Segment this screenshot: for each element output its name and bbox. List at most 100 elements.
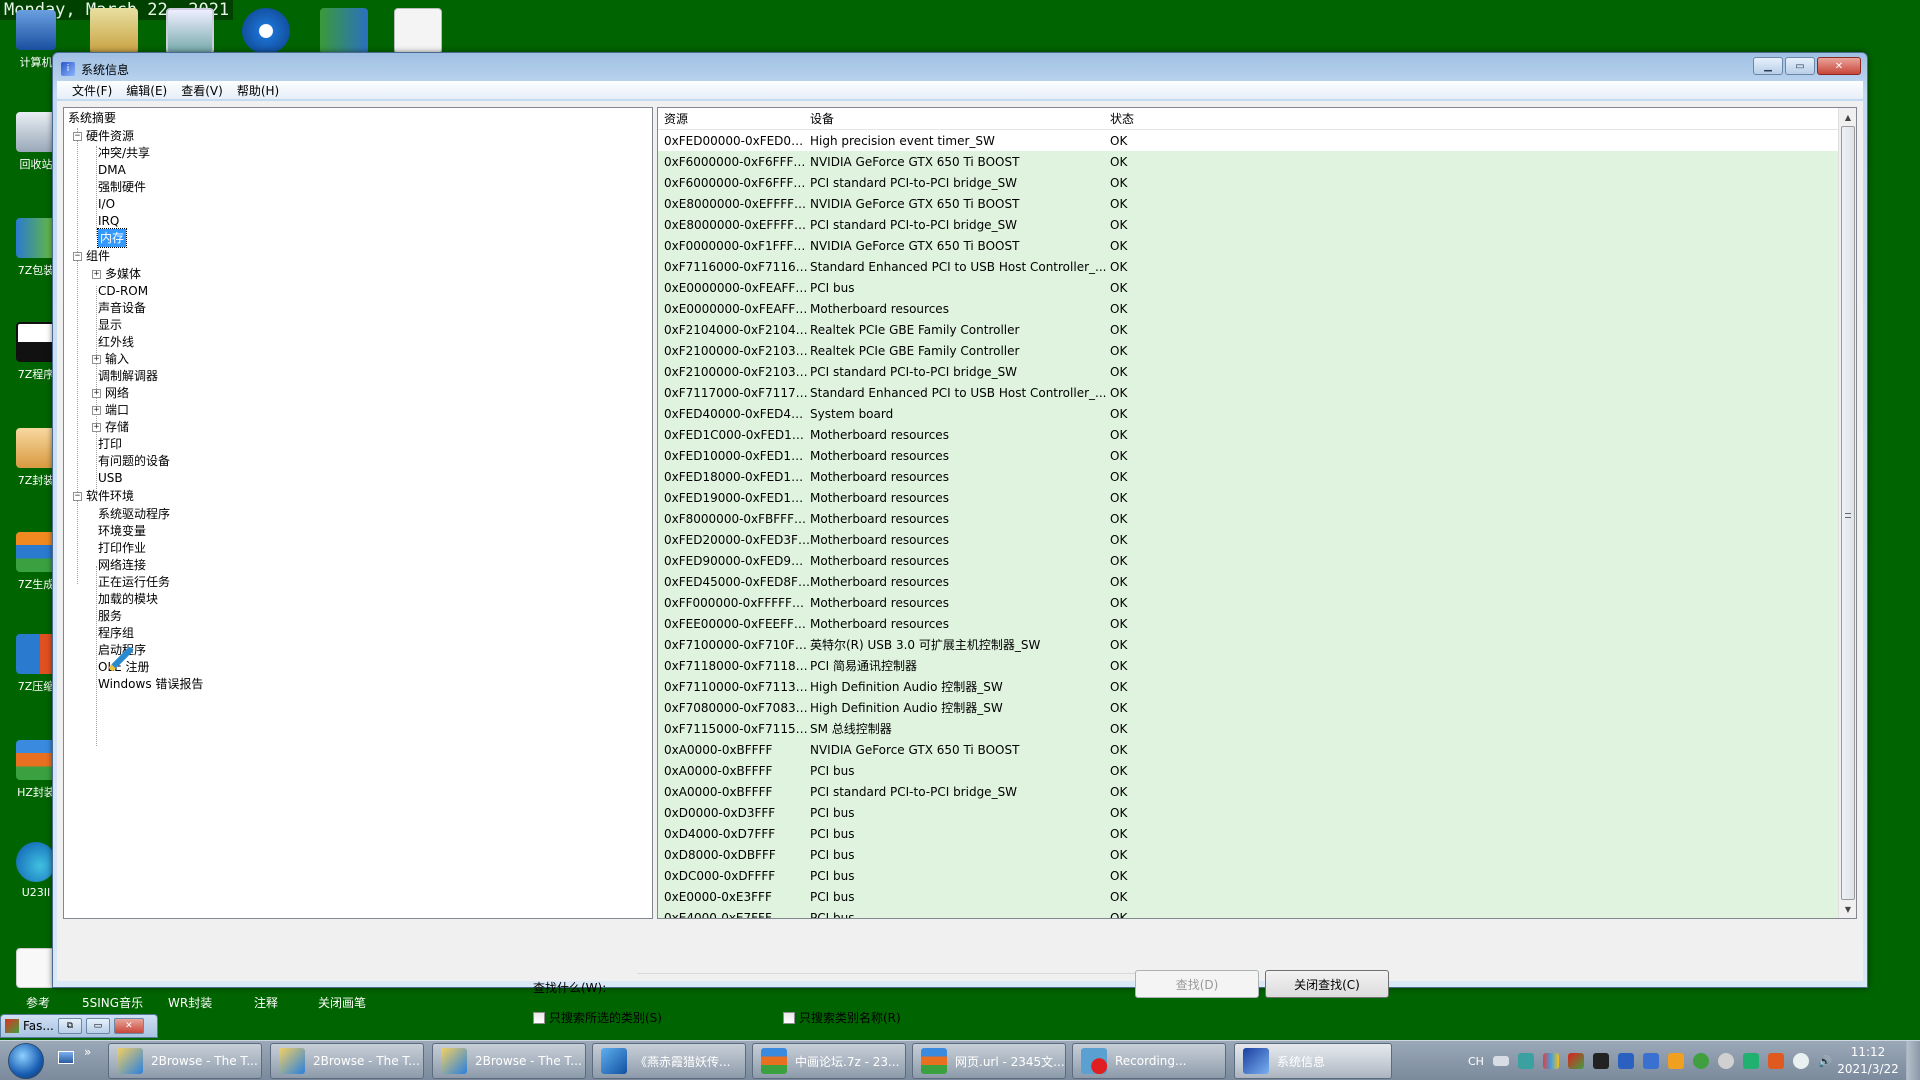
quick-label-5sing[interactable]: 5SING音乐 [82,994,143,1011]
tree-item-multimedia[interactable]: + 多媒体 [92,265,141,283]
tree-item-program-groups[interactable]: 程序组 [98,624,134,642]
tree-item-io[interactable]: I/O [98,195,115,213]
scroll-down-icon[interactable]: ▼ [1839,900,1856,918]
table-row[interactable]: 0xFED20000-0xFED3FFFF Motherboard resourc… [658,529,1838,550]
table-row[interactable]: 0xFED19000-0xFED19FFF Motherboard resourc… [658,487,1838,508]
table-row[interactable]: 0xF7080000-0xF7083FFF High Definition Aud… [658,697,1838,718]
book-pencil-icon[interactable] [320,8,368,54]
show-desktop-button[interactable] [1906,1041,1920,1080]
orange-app-icon[interactable] [1767,1053,1784,1069]
volume-icon[interactable]: 🔊 [1818,1055,1832,1068]
restore-button[interactable]: ⧉ [57,1018,82,1034]
tree-item-windows-error-reporting[interactable]: Windows 错误报告 [98,675,203,693]
collapse-icon[interactable]: − [73,131,82,141]
tree-item-network-connections[interactable]: 网络连接 [98,556,146,574]
table-row[interactable]: 0xFED40000-0xFED44FFF System board OK [658,403,1838,424]
table-row[interactable]: 0xFED45000-0xFED8FFFF Motherboard resourc… [658,571,1838,592]
tree-item-modem[interactable]: 调制解调器 [98,367,158,385]
scroll-thumb[interactable] [1841,126,1855,900]
chevron-right-icon[interactable]: » [84,1045,91,1059]
tree-item-conflicts[interactable]: 冲突/共享 [98,144,150,162]
tree-item-components[interactable]: − 组件 [73,247,110,265]
mouse-icon[interactable] [1717,1053,1734,1069]
taskbar-button[interactable]: 网页.url - 2345文... [912,1043,1066,1079]
tree-item-printing[interactable]: 打印 [98,435,122,453]
tree-item-ole-registration[interactable]: OLE 注册 [98,658,150,676]
table-row[interactable]: 0xDC000-0xDFFFF PCI bus OK [658,865,1838,886]
table-row[interactable]: 0xF7115000-0xF71150FF SM 总线控制器 OK [658,718,1838,739]
tree-item-services[interactable]: 服务 [98,607,122,625]
menu-view[interactable]: 查看(V) [174,82,230,99]
tree-item-loaded-modules[interactable]: 加载的模块 [98,590,158,608]
menu-edit[interactable]: 编辑(E) [119,82,174,99]
resource-list[interactable]: 资源 设备 状态 0xFED00000-0xFED003... High prec… [657,107,1857,919]
menu-file[interactable]: 文件(F) [65,82,119,99]
tree-item-cdrom[interactable]: CD-ROM [98,282,148,300]
table-row[interactable]: 0xF6000000-0xF6FFFFFF PCI standard PCI-to… [658,172,1838,193]
close-find-button[interactable]: 关闭查找(C) [1265,970,1389,998]
table-row[interactable]: 0xFEE00000-0xFEEFFFFF Motherboard resourc… [658,613,1838,634]
ime-indicator[interactable]: CH [1468,1055,1484,1068]
table-row[interactable]: 0xFED18000-0xFED18FFF Motherboard resourc… [658,466,1838,487]
expand-icon[interactable]: + [92,388,101,398]
tree-item-network[interactable]: + 网络 [92,384,129,402]
table-row[interactable]: 0xE0000000-0xFEAFFFFF Motherboard resourc… [658,298,1838,319]
tree-item-irq[interactable]: IRQ [98,212,119,230]
f-app-icon[interactable] [242,8,290,54]
table-row[interactable]: 0xE8000000-0xEFFFFFFF PCI standard PCI-to… [658,214,1838,235]
table-row[interactable]: 0xE0000-0xE3FFF PCI bus OK [658,886,1838,907]
camera-icon[interactable] [1592,1053,1609,1069]
table-row[interactable]: 0xFED10000-0xFED17FFF Motherboard resourc… [658,445,1838,466]
table-row[interactable]: 0xF7118000-0xF711800F PCI 简易通讯控制器 OK [658,655,1838,676]
tree-item-sound[interactable]: 声音设备 [98,299,146,317]
search-selected-category-checkbox[interactable]: 只搜索所选的类别(S) [533,1009,662,1026]
quick-label-close-pen[interactable]: 关闭画笔 [318,994,366,1011]
document-preview-icon[interactable] [394,8,442,54]
tree-item-input[interactable]: + 输入 [92,350,129,368]
collapse-icon[interactable]: − [73,251,82,261]
green-s-icon[interactable] [1742,1053,1759,1069]
tree-item-forced-hardware[interactable]: 强制硬件 [98,178,146,196]
table-row[interactable]: 0xF7100000-0xF710FFFF 英特尔(R) USB 3.0 可扩展主… [658,634,1838,655]
vertical-scrollbar[interactable]: ▲ ▼ [1838,108,1856,918]
tree-item-hardware-resources[interactable]: − 硬件资源 [73,127,134,145]
menu-help[interactable]: 帮助(H) [230,82,286,99]
tree-item-ports[interactable]: + 端口 [92,401,129,419]
table-row[interactable]: 0xE8000000-0xEFFFFFFF NVIDIA GeForce GTX … [658,193,1838,214]
expand-icon[interactable]: + [92,354,101,364]
column-header-resource[interactable]: 资源 [658,110,810,127]
table-row[interactable]: 0xF6000000-0xF6FFFFFF NVIDIA GeForce GTX … [658,151,1838,172]
column-header-device[interactable]: 设备 [810,110,1110,127]
tree-item-system-summary[interactable]: 系统摘要 [68,109,116,127]
table-row[interactable]: 0xFED00000-0xFED003... High precision eve… [658,130,1838,151]
winrar-books-icon[interactable] [90,8,138,54]
network-app-icon[interactable] [1517,1053,1534,1069]
shield-icon[interactable] [1667,1053,1684,1069]
taskbar-button[interactable]: 中画论坛.7z - 23... [752,1043,906,1079]
tree-item-software-environment[interactable]: − 软件环境 [73,487,134,505]
collapse-icon[interactable]: − [73,491,82,501]
expand-icon[interactable]: + [92,269,101,279]
table-row[interactable]: 0xD0000-0xD3FFF PCI bus OK [658,802,1838,823]
close-button[interactable]: ✕ [113,1018,144,1034]
scroll-up-icon[interactable]: ▲ [1839,108,1856,126]
clock[interactable]: 11:12 2021/3/22 [1836,1044,1900,1078]
tree-item-display[interactable]: 显示 [98,316,122,334]
quick-label-reference[interactable]: 参考 [26,994,50,1011]
quick-label-wr-wrap[interactable]: WR封装 [168,994,212,1011]
table-row[interactable]: 0xE0000000-0xFEAFFFFF PCI bus OK [658,277,1838,298]
expand-icon[interactable]: + [92,405,101,415]
table-row[interactable]: 0xF7110000-0xF7113FFF High Definition Aud… [658,676,1838,697]
expand-icon[interactable]: + [92,422,101,432]
table-row[interactable]: 0xD4000-0xD7FFF PCI bus OK [658,823,1838,844]
category-tree[interactable]: 系统摘要 − 硬件资源 冲突/共享 DMA 强制硬件 I/O IRQ 内存 − 组件… [63,107,653,919]
tree-item-env-vars[interactable]: 环境变量 [98,522,146,540]
taskbar-button[interactable]: 2Browse - The T... [108,1043,262,1079]
triangle-app-icon[interactable] [1567,1053,1584,1069]
close-button[interactable]: ✕ [1817,57,1861,75]
tree-item-running-tasks[interactable]: 正在运行任务 [98,573,170,591]
maximize-button[interactable]: ▭ [1785,57,1815,75]
table-row[interactable]: 0xFED1C000-0xFED1FFFF Motherboard resourc… [658,424,1838,445]
table-row[interactable]: 0xFF000000-0xFFFFFFFF Motherboard resourc… [658,592,1838,613]
cloud-sync-icon[interactable] [1792,1053,1809,1069]
